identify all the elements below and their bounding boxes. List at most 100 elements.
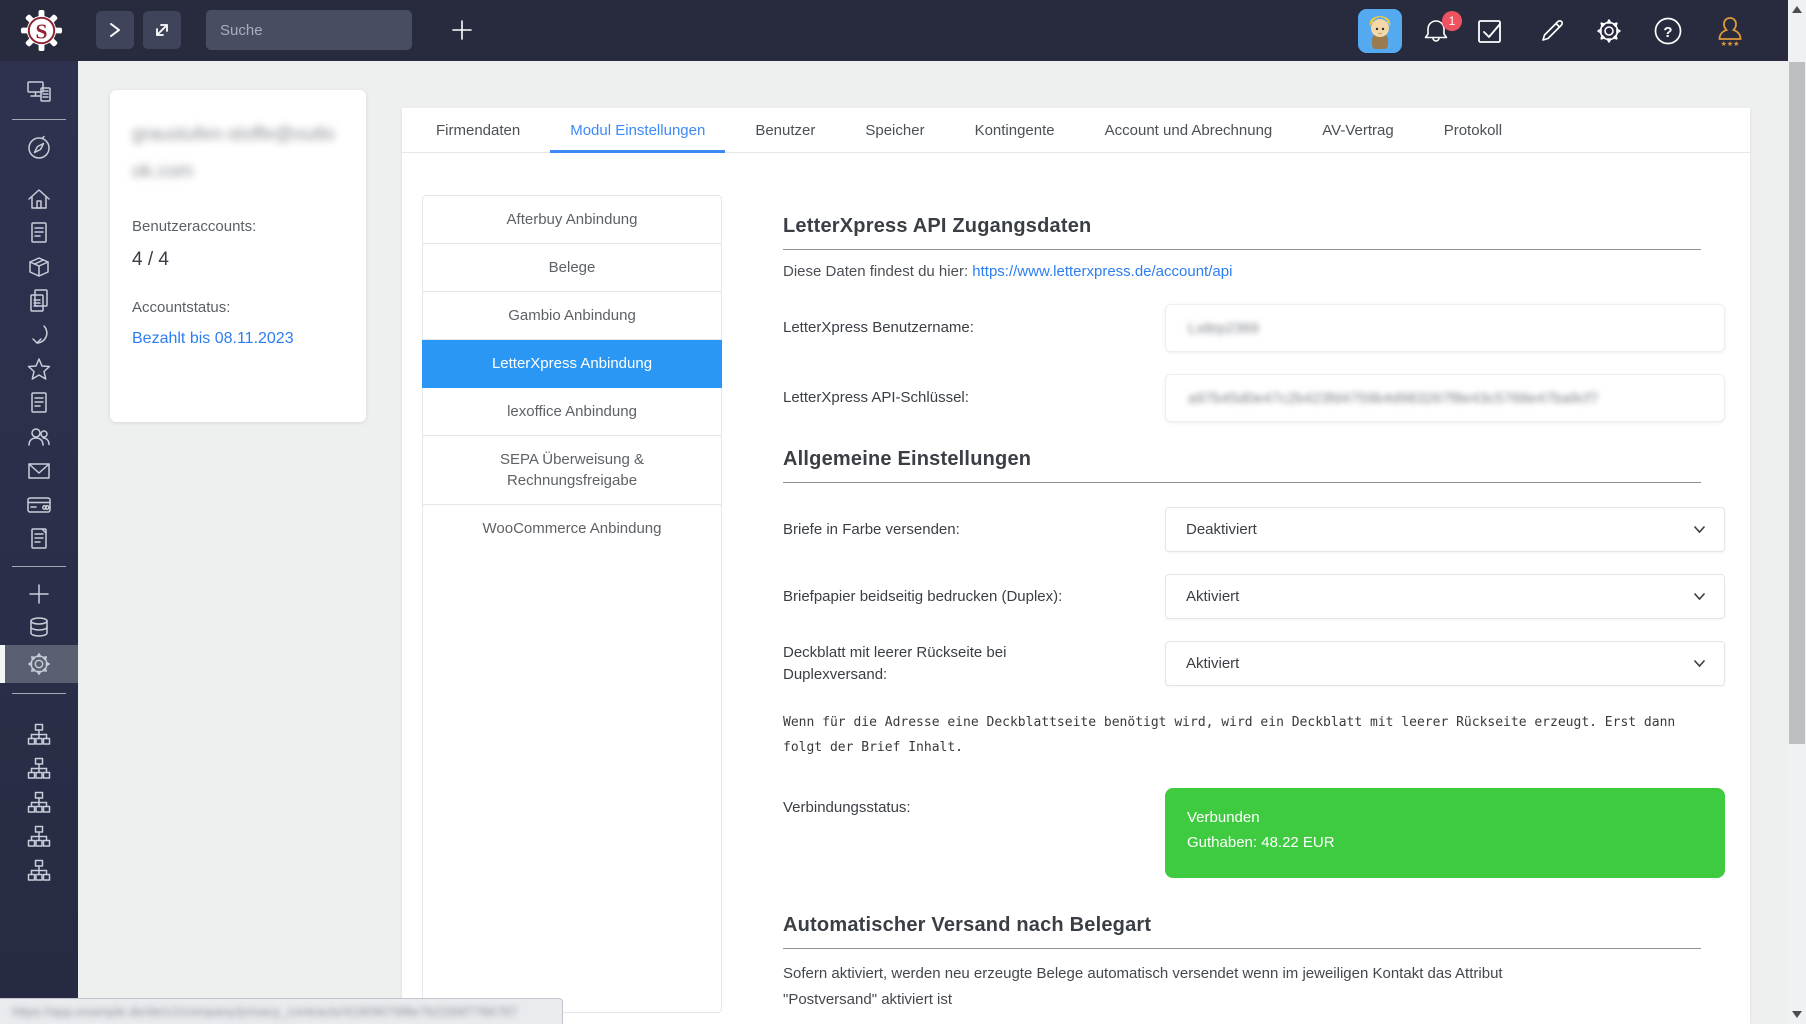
- section-divider: [783, 948, 1701, 949]
- tab-protokoll[interactable]: Protokoll: [1430, 108, 1516, 153]
- tab-account-abrechnung[interactable]: Account und Abrechnung: [1091, 108, 1287, 153]
- tab-speicher[interactable]: Speicher: [851, 108, 938, 153]
- section-divider: [783, 482, 1701, 483]
- connection-balance: Guthaben: 48.22 EUR: [1187, 834, 1703, 851]
- tab-av-vertrag[interactable]: AV-Vertrag: [1308, 108, 1407, 153]
- scroll-up-arrow[interactable]: [1792, 6, 1802, 13]
- chevron-down-icon: [1693, 592, 1706, 601]
- sidebar-item-workflow-2[interactable]: [0, 752, 78, 786]
- sidebar-item-workflow-5[interactable]: [0, 854, 78, 888]
- duplex-value: Aktiviert: [1186, 588, 1239, 605]
- color-send-select[interactable]: Deaktiviert: [1165, 507, 1725, 552]
- tasks-checkbox-icon[interactable]: [1475, 16, 1505, 46]
- module-settings-content: LetterXpress API Zugangsdaten Diese Date…: [783, 153, 1728, 1013]
- add-icon: [26, 581, 52, 607]
- statusbar-url: https://app.example.de/de/v1/company/pri…: [12, 1004, 517, 1019]
- settings-panel: Firmendaten Modul Einstellungen Benutzer…: [402, 108, 1750, 1024]
- org-chart-icon: [26, 858, 52, 884]
- section-title-general: Allgemeine Einstellungen: [783, 448, 1728, 471]
- sidebar-expand-button[interactable]: [96, 11, 134, 49]
- sidebar-item-home[interactable]: [0, 182, 78, 216]
- sidebar-item-contacts[interactable]: [0, 420, 78, 454]
- color-send-value: Deaktiviert: [1186, 521, 1257, 538]
- app-logo-icon[interactable]: S: [20, 9, 63, 52]
- scrollbar-thumb[interactable]: [1789, 62, 1805, 744]
- submenu-item-gambio[interactable]: Gambio Anbindung: [423, 292, 721, 340]
- sidebar-item-data[interactable]: [0, 611, 78, 645]
- color-send-label: Briefe in Farbe versenden:: [783, 519, 1083, 541]
- username-label: LetterXpress Benutzername:: [783, 317, 1083, 339]
- home-icon: [26, 186, 52, 212]
- tab-kontingente[interactable]: Kontingente: [961, 108, 1069, 153]
- submenu-item-belege[interactable]: Belege: [423, 244, 721, 292]
- submenu-item-woocommerce[interactable]: WooCommerce Anbindung: [423, 505, 721, 552]
- contacts-icon: [26, 424, 52, 450]
- sidebar-divider: [12, 566, 66, 567]
- autoversand-description: Sofern aktiviert, werden neu erzeugte Be…: [783, 961, 1538, 1013]
- sidebar-item-imports[interactable]: [0, 318, 78, 352]
- coverpage-label: Deckblatt mit leerer Rückseite bei Duple…: [783, 642, 1083, 686]
- coverpage-note: Wenn für die Adresse eine Deckblattseite…: [783, 710, 1701, 760]
- search-input[interactable]: [206, 10, 412, 50]
- sidebar-item-workflow-1[interactable]: [0, 718, 78, 752]
- sidebar-item-documents[interactable]: [0, 284, 78, 318]
- svg-text:S: S: [36, 19, 48, 43]
- sidebar-item-workplace[interactable]: [0, 75, 78, 109]
- coverpage-value: Aktiviert: [1186, 655, 1239, 672]
- sidebar-item-workflow-3[interactable]: [0, 786, 78, 820]
- org-chart-icon: [26, 824, 52, 850]
- duplex-select[interactable]: Aktiviert: [1165, 574, 1725, 619]
- sidebar-item-payments[interactable]: [0, 488, 78, 522]
- apikey-value: a97b45d0e47c2b423fd4759b4d983267f8e43c57…: [1188, 390, 1598, 407]
- coverpage-select[interactable]: Aktiviert: [1165, 641, 1725, 686]
- sidebar-item-add[interactable]: [0, 577, 78, 611]
- tab-benutzer[interactable]: Benutzer: [741, 108, 829, 153]
- settings-gear-icon: [26, 651, 52, 677]
- chevron-down-icon: [1693, 525, 1706, 534]
- sidebar-item-invoices[interactable]: [0, 386, 78, 420]
- sidebar-item-reports[interactable]: [0, 522, 78, 556]
- topbar: S: [0, 0, 1788, 61]
- sidebar-item-orders[interactable]: [0, 216, 78, 250]
- svg-text:?: ?: [1663, 24, 1672, 41]
- submenu-item-afterbuy[interactable]: Afterbuy Anbindung: [423, 196, 721, 244]
- user-accounts-value: 4 / 4: [132, 249, 344, 271]
- section-divider: [783, 249, 1701, 250]
- add-new-button[interactable]: [444, 12, 480, 48]
- sidebar-item-products[interactable]: [0, 250, 78, 284]
- tab-firmendaten[interactable]: Firmendaten: [422, 108, 534, 153]
- sidebar-item-workflow-4[interactable]: [0, 820, 78, 854]
- submenu-item-letterxpress[interactable]: LetterXpress Anbindung: [422, 340, 722, 388]
- sidebar-item-explore[interactable]: [0, 130, 78, 164]
- sidebar-nav: [0, 61, 78, 1024]
- documents-icon: [26, 288, 52, 314]
- account-status-link[interactable]: Bezahlt bis 08.11.2023: [132, 330, 294, 348]
- user-avatar[interactable]: [1358, 9, 1402, 53]
- apikey-label: LetterXpress API-Schlüssel:: [783, 387, 1083, 409]
- account-person-icon[interactable]: ★★★: [1715, 16, 1745, 46]
- notification-count-badge: 1: [1442, 11, 1462, 31]
- apikey-input[interactable]: a97b45d0e47c2b423fd4759b4d983267f8e43c57…: [1165, 374, 1725, 422]
- sidebar-item-mail[interactable]: [0, 454, 78, 488]
- sidebar-item-settings[interactable]: [0, 645, 78, 683]
- letterxpress-account-link[interactable]: https://www.letterxpress.de/account/api: [972, 263, 1232, 280]
- help-icon[interactable]: ?: [1653, 16, 1683, 46]
- fullscreen-button[interactable]: [143, 11, 181, 49]
- submenu-item-lexoffice[interactable]: lexoffice Anbindung: [423, 388, 721, 436]
- star-icon: [26, 356, 52, 382]
- settings-gear-icon[interactable]: [1594, 16, 1624, 46]
- org-chart-icon: [26, 756, 52, 782]
- edit-pencil-icon[interactable]: [1537, 16, 1567, 46]
- import-arrow-icon: [26, 322, 52, 348]
- app-window: S: [0, 0, 1806, 1024]
- chevron-down-icon: [1693, 659, 1706, 668]
- tab-modul-einstellungen[interactable]: Modul Einstellungen: [556, 108, 719, 153]
- username-input[interactable]: Lxttrp2369: [1165, 304, 1725, 352]
- document-icon: [26, 220, 52, 246]
- sidebar-item-favorites[interactable]: [0, 352, 78, 386]
- submenu-item-sepa[interactable]: SEPA Überweisung & Rechnungsfreigabe: [423, 436, 721, 505]
- compass-icon: [26, 134, 52, 160]
- api-hint-text: Diese Daten findest du hier:: [783, 263, 972, 280]
- page-scrollbar[interactable]: [1788, 0, 1806, 1024]
- scroll-down-arrow[interactable]: [1792, 1011, 1802, 1018]
